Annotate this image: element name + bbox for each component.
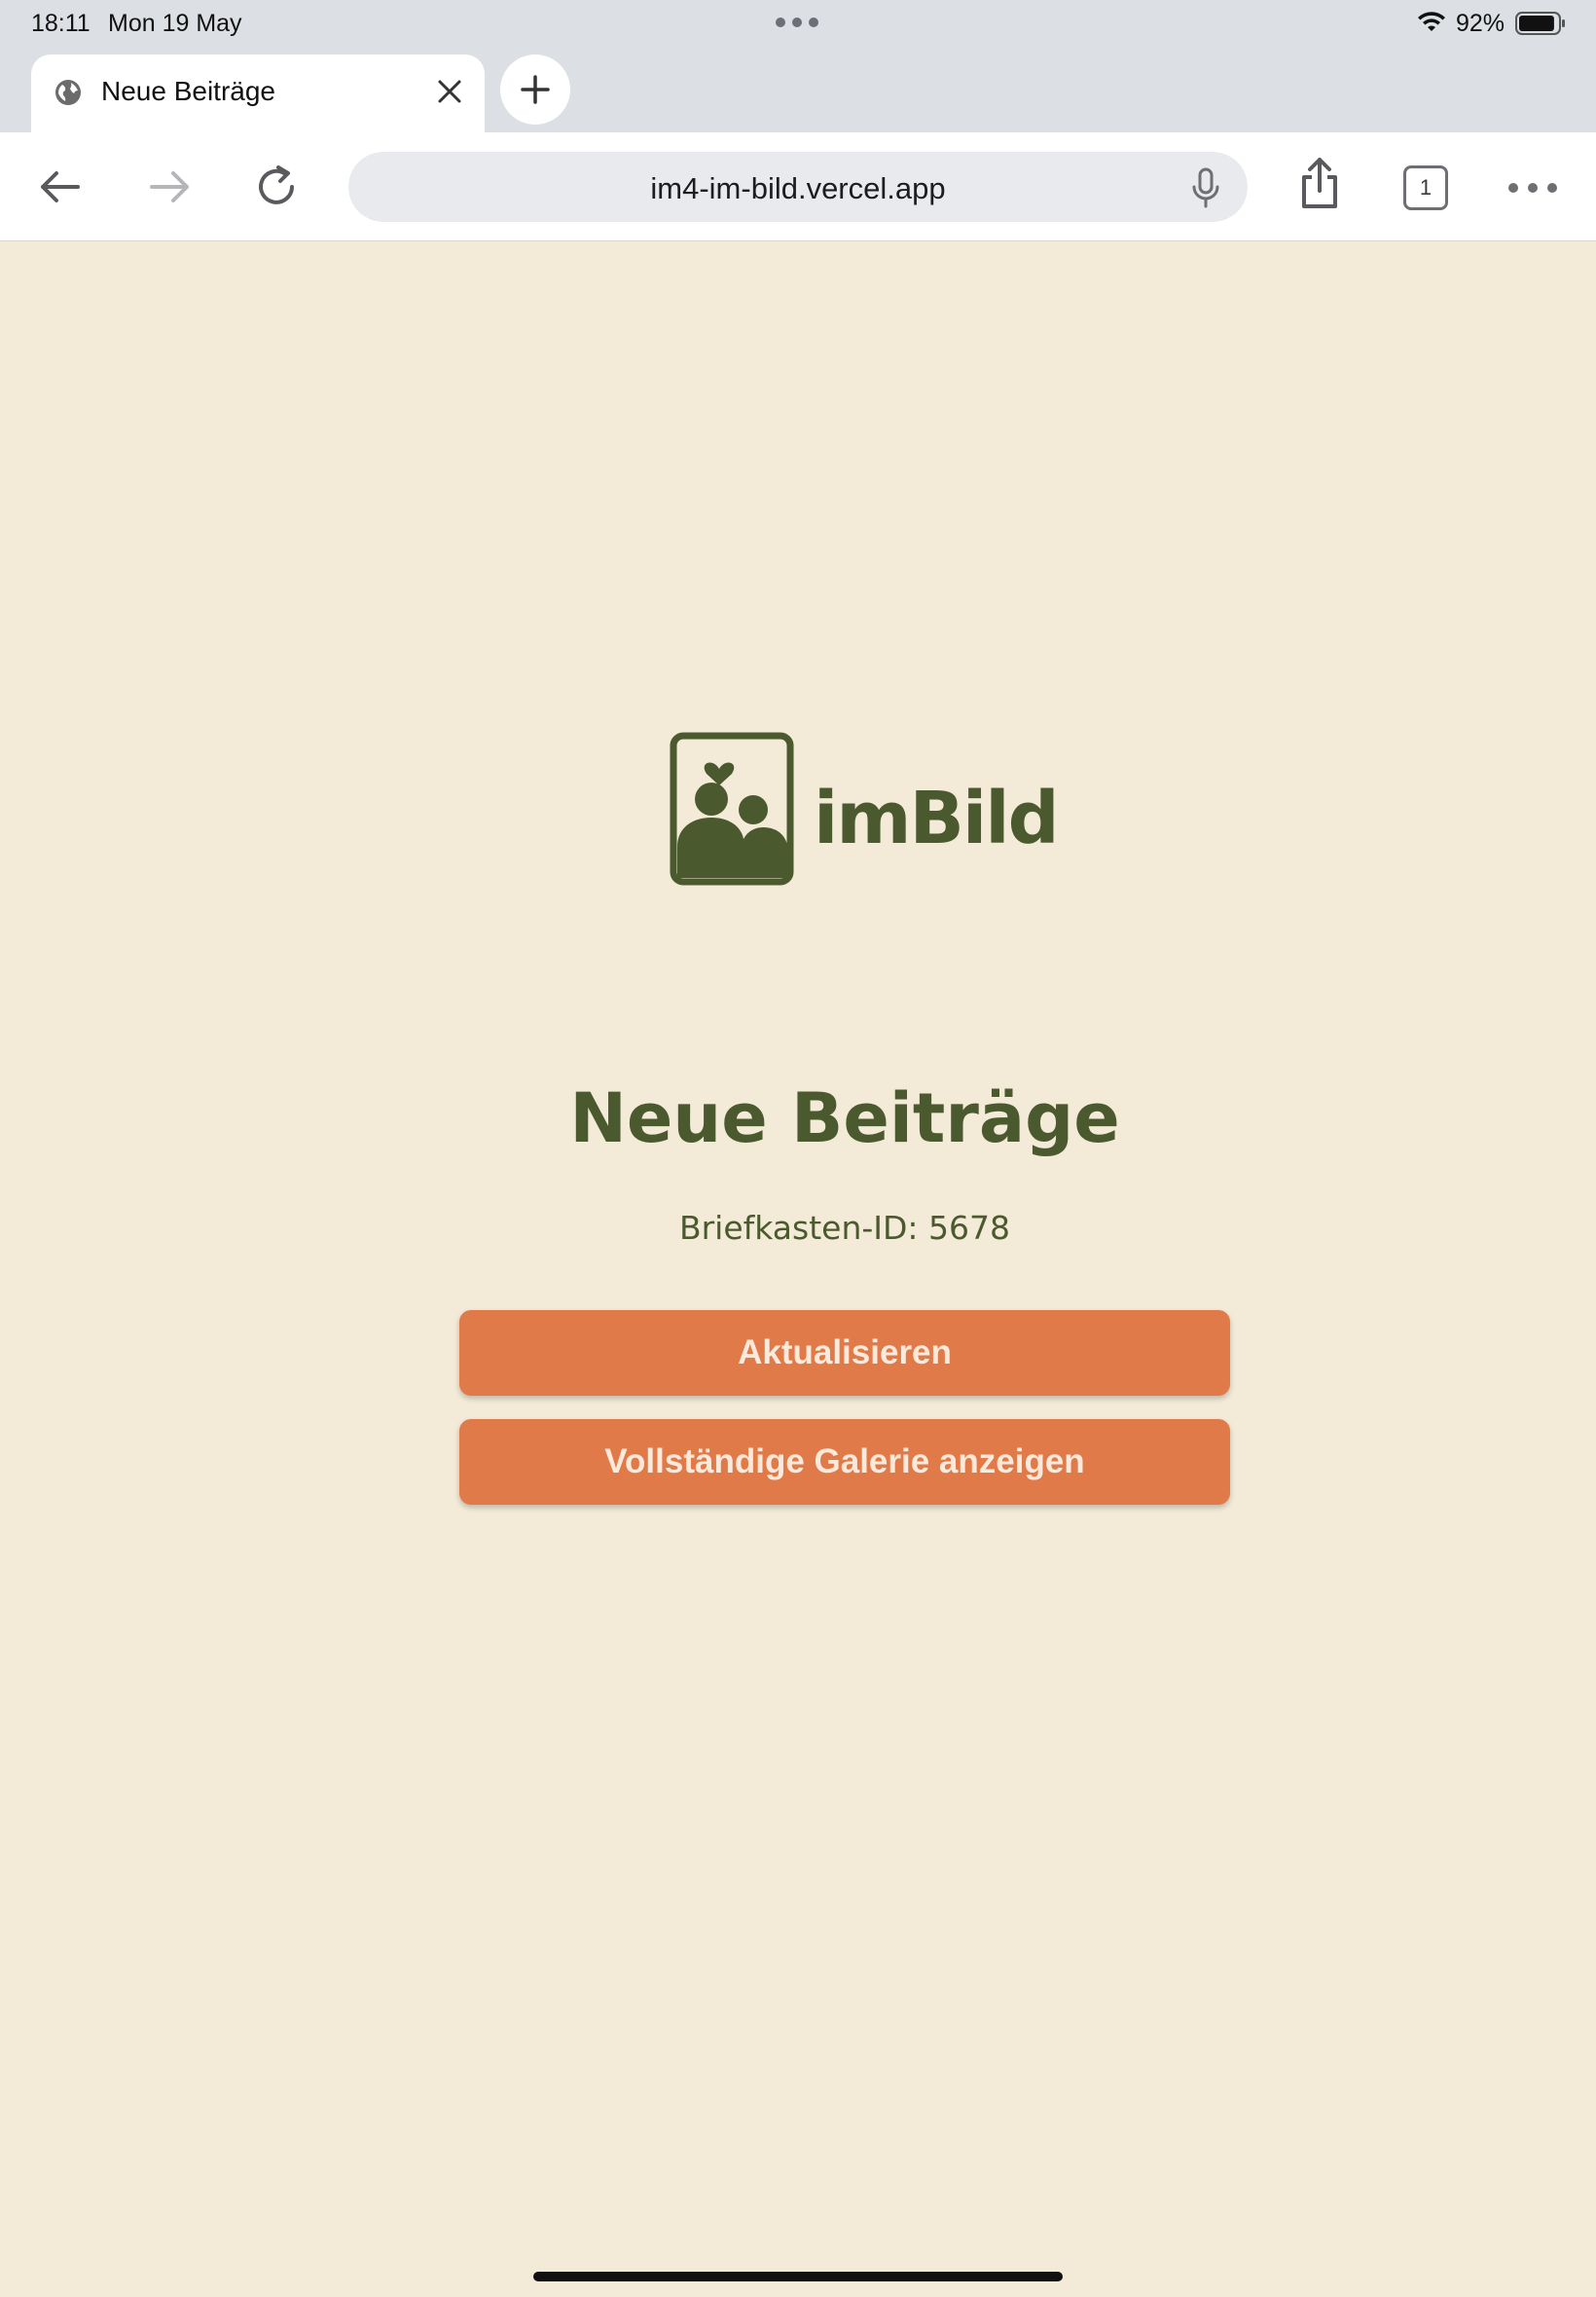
more-icon[interactable] xyxy=(1508,183,1557,195)
status-time: 18:11 xyxy=(31,10,91,37)
wifi-icon xyxy=(1418,12,1445,31)
imbild-logo: imBild xyxy=(670,732,1060,888)
share-icon[interactable] xyxy=(1292,156,1347,210)
close-icon[interactable] xyxy=(432,74,467,109)
status-date: Mon 19 May xyxy=(108,10,242,37)
page-title: Neue Beiträge xyxy=(569,1078,1120,1158)
globe-icon xyxy=(55,80,81,105)
browser-toolbar: im4-im-bild.vercel.app 1 xyxy=(0,132,1596,241)
battery-percent: 92% xyxy=(1456,10,1505,37)
browser-chrome: 18:11 Mon 19 May 92% Neue Beiträge im4-i… xyxy=(0,0,1596,241)
plus-icon xyxy=(521,75,550,104)
multitasking-icon[interactable] xyxy=(776,18,818,27)
refresh-button[interactable]: Aktualisieren xyxy=(459,1310,1230,1396)
address-bar[interactable]: im4-im-bild.vercel.app xyxy=(348,152,1248,222)
microphone-icon[interactable] xyxy=(1191,167,1220,208)
tab-title: Neue Beiträge xyxy=(101,76,276,106)
mailbox-id: Briefkasten-ID: 5678 xyxy=(678,1209,1011,1247)
battery-icon xyxy=(1515,12,1565,35)
tab-overview-button[interactable]: 1 xyxy=(1403,165,1448,210)
home-indicator[interactable] xyxy=(533,2272,1063,2281)
tab-active[interactable]: Neue Beiträge xyxy=(31,55,485,132)
logo-mark-icon xyxy=(670,732,794,886)
show-gallery-button[interactable]: Vollständige Galerie anzeigen xyxy=(459,1419,1230,1505)
new-tab-button[interactable] xyxy=(500,55,570,125)
logo-text: imBild xyxy=(814,777,1060,860)
url-text: im4-im-bild.vercel.app xyxy=(650,171,946,205)
arrow-right-icon[interactable] xyxy=(142,160,197,214)
status-bar: 18:11 Mon 19 May 92% xyxy=(0,0,1596,47)
arrow-left-icon[interactable] xyxy=(33,160,88,214)
reload-icon[interactable] xyxy=(249,160,304,214)
